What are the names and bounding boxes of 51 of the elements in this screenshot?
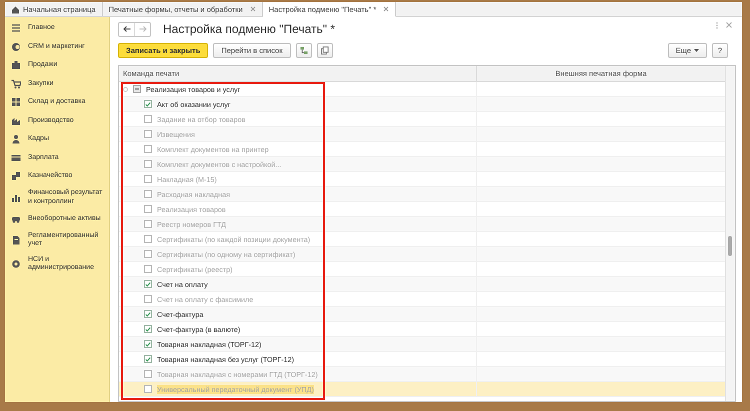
checkbox[interactable] xyxy=(144,175,152,183)
checkbox[interactable] xyxy=(144,295,152,303)
back-arrow-icon xyxy=(122,26,130,32)
scroll-thumb[interactable] xyxy=(728,236,732,256)
checkbox[interactable] xyxy=(144,385,152,393)
check-icon xyxy=(145,100,151,108)
check-icon xyxy=(145,356,151,362)
forward-arrow-icon xyxy=(138,26,146,32)
close-icon[interactable] xyxy=(250,6,256,12)
check-icon xyxy=(145,326,151,332)
close-icon[interactable] xyxy=(383,6,390,12)
copy-button[interactable] xyxy=(316,43,333,58)
person-icon xyxy=(11,134,21,144)
bag-icon xyxy=(11,60,21,70)
checkbox[interactable] xyxy=(144,370,152,378)
checkbox[interactable] xyxy=(144,160,152,168)
checkbox[interactable] xyxy=(144,100,152,108)
gear-icon xyxy=(11,259,21,269)
checkbox[interactable] xyxy=(144,340,152,348)
checkbox[interactable] xyxy=(144,205,152,213)
checkbox[interactable] xyxy=(144,250,152,258)
checkbox[interactable] xyxy=(144,265,152,273)
factory-icon xyxy=(11,116,21,126)
checkbox[interactable] xyxy=(144,310,152,318)
check-icon xyxy=(145,310,151,318)
checkbox[interactable] xyxy=(144,190,152,198)
checkbox[interactable] xyxy=(144,325,152,333)
checkbox[interactable] xyxy=(144,145,152,153)
pie-icon xyxy=(11,42,21,52)
check-icon xyxy=(145,340,151,348)
copy-icon xyxy=(320,46,329,55)
collapse-icon[interactable] xyxy=(133,85,141,93)
scrollbar[interactable] xyxy=(725,66,735,401)
document-icon xyxy=(11,235,21,245)
window-title: Настройка подменю "Печать" * xyxy=(163,22,336,36)
cart-icon xyxy=(11,78,21,89)
checkbox[interactable] xyxy=(144,220,152,228)
home-icon xyxy=(11,4,20,14)
bar-chart-icon xyxy=(11,192,21,202)
checkbox[interactable] xyxy=(144,115,152,123)
checkbox[interactable] xyxy=(144,130,152,138)
checkbox[interactable] xyxy=(144,355,152,363)
hierarchy-icon xyxy=(300,46,308,55)
grid-icon xyxy=(11,97,21,108)
close-icon[interactable] xyxy=(726,22,732,28)
checkbox[interactable] xyxy=(144,280,152,288)
caret-icon xyxy=(694,49,699,52)
check-icon xyxy=(145,280,151,288)
checkbox[interactable] xyxy=(144,235,152,243)
structure-button[interactable] xyxy=(296,43,312,58)
menu-icon xyxy=(11,23,21,34)
